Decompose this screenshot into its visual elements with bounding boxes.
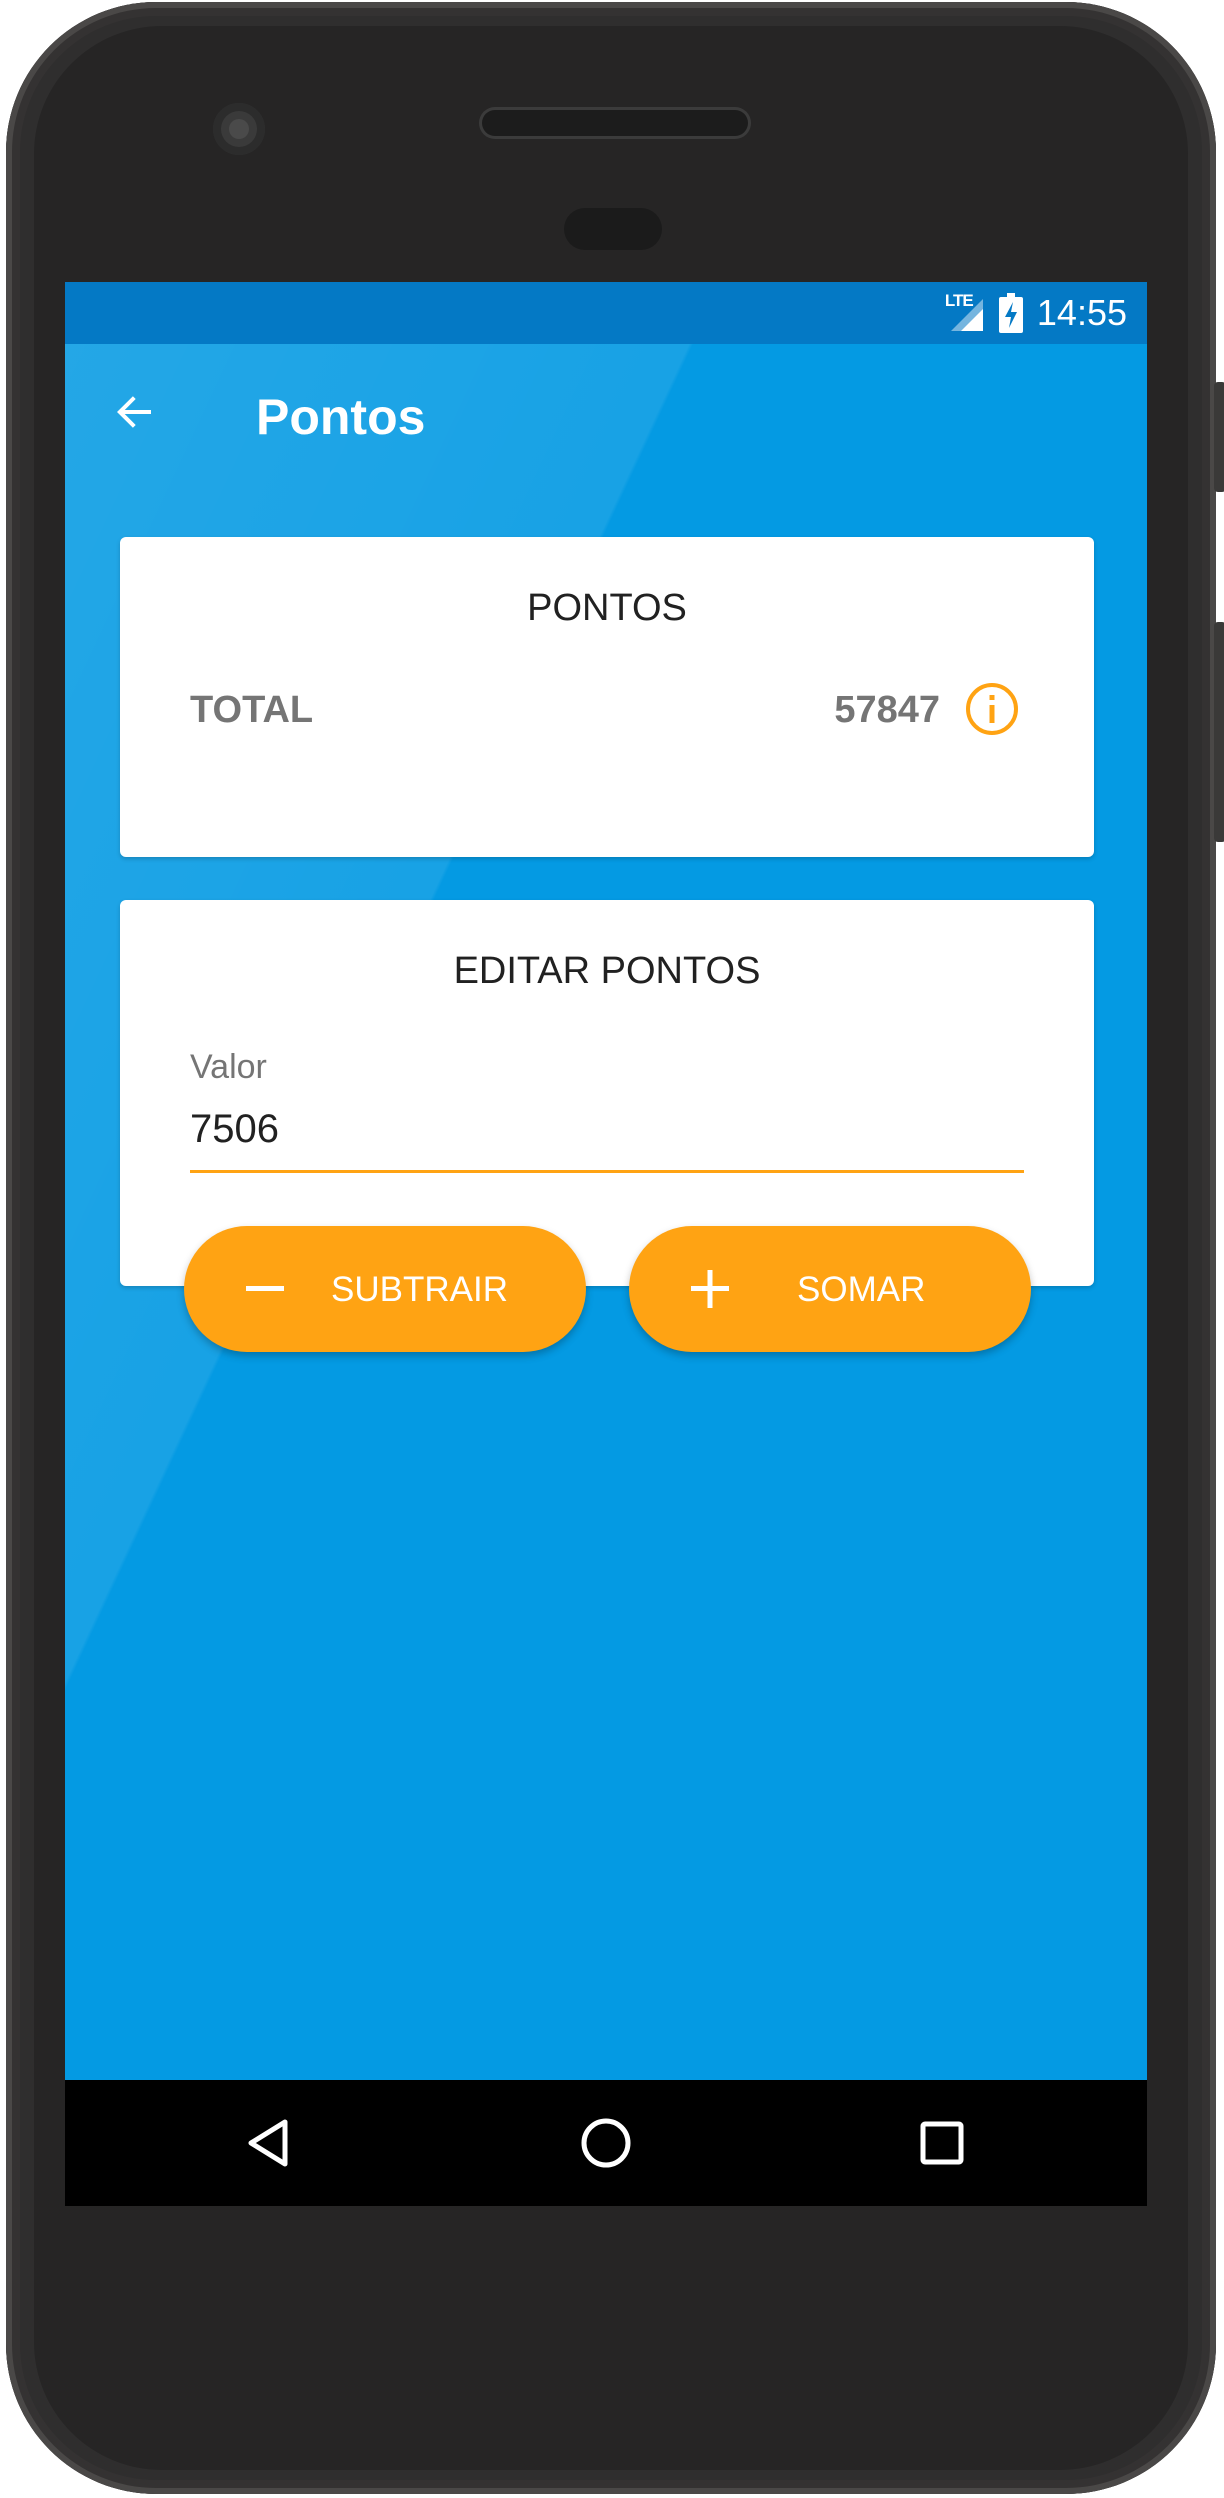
app-bar: Pontos [65, 344, 1147, 504]
front-camera [213, 103, 265, 155]
proximity-sensor [564, 208, 662, 250]
add-button-label: SOMAR [797, 1270, 926, 1309]
info-button[interactable] [964, 681, 1020, 737]
signal-icon: LTE [945, 291, 985, 333]
minus-icon [246, 1286, 284, 1291]
points-card: PONTOS TOTAL 57847 [120, 537, 1094, 857]
nav-recents-button[interactable] [909, 2110, 975, 2176]
status-time: 14:55 [1036, 292, 1127, 333]
value-input[interactable] [190, 1100, 1024, 1158]
recents-square-icon [920, 2121, 964, 2165]
plus-icon [691, 1270, 729, 1308]
value-field-label: Valor [190, 1048, 267, 1086]
total-value: 57847 [834, 689, 940, 731]
nav-back-button[interactable] [237, 2110, 303, 2176]
info-icon [966, 683, 1018, 735]
arrow-left-icon [117, 396, 151, 428]
back-button[interactable] [105, 382, 165, 442]
subtract-button[interactable]: SUBTRAIR [184, 1226, 586, 1352]
power-button [1214, 382, 1224, 492]
add-button[interactable]: SOMAR [629, 1226, 1031, 1352]
subtract-button-label: SUBTRAIR [331, 1270, 508, 1309]
status-bar: LTE 14:55 [65, 282, 1147, 344]
home-circle-icon [581, 2118, 631, 2168]
earpiece-speaker [482, 110, 748, 136]
total-label: TOTAL [190, 689, 314, 731]
system-nav-bar [65, 2080, 1147, 2206]
points-card-title: PONTOS [527, 587, 687, 629]
page-title: Pontos [256, 389, 426, 445]
value-input-underline [190, 1170, 1024, 1173]
volume-button [1214, 622, 1224, 842]
nav-home-button[interactable] [573, 2110, 639, 2176]
back-triangle-icon [248, 2119, 288, 2167]
battery-charging-icon [998, 293, 1023, 333]
edit-card-title: EDITAR PONTOS [453, 950, 761, 992]
app-screen: LTE 14:55 Pontos PONTOS TOTAL 57847 EDIT… [65, 282, 1147, 2206]
